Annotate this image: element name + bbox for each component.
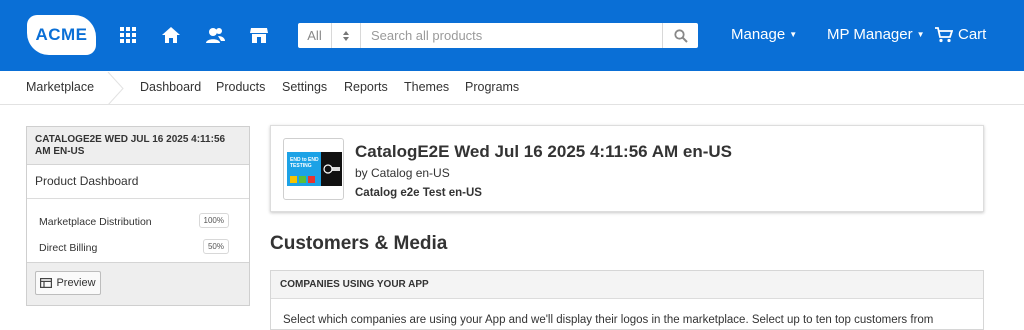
caret-down-icon: ▼ bbox=[789, 30, 798, 39]
preview-label: Preview bbox=[56, 277, 96, 289]
manage-label: Manage bbox=[731, 26, 786, 43]
search-scope-select[interactable]: All bbox=[298, 23, 332, 48]
caret-down-icon: ▼ bbox=[916, 30, 925, 39]
mp-manager-menu[interactable]: MP Manager ▼ bbox=[827, 26, 925, 43]
cypress-logo-icon bbox=[323, 164, 340, 174]
tab-dashboard[interactable]: Dashboard bbox=[140, 80, 201, 94]
users-icon[interactable] bbox=[204, 24, 226, 46]
search-button[interactable] bbox=[662, 23, 698, 48]
product-subtitle: Catalog e2e Test en-US bbox=[355, 187, 482, 199]
breadcrumb-chevron-icon bbox=[107, 72, 124, 105]
search-bar: All bbox=[298, 23, 698, 48]
row-label: Marketplace Distribution bbox=[39, 216, 152, 228]
search-input[interactable] bbox=[361, 23, 662, 48]
home-icon[interactable] bbox=[160, 24, 182, 46]
product-vendor: by Catalog en-US bbox=[355, 166, 450, 180]
marketplace-distribution-row[interactable]: Marketplace Distribution 100% bbox=[27, 208, 249, 234]
tab-themes[interactable]: Themes bbox=[404, 80, 449, 94]
product-logo: END to END TESTING bbox=[283, 138, 344, 200]
direct-billing-row[interactable]: Direct Billing 50% bbox=[27, 234, 249, 260]
cart-label: Cart bbox=[958, 26, 987, 43]
sidebar-footer: Preview bbox=[27, 262, 249, 305]
product-title: CatalogE2E Wed Jul 16 2025 4:11:56 AM en… bbox=[355, 142, 732, 161]
tab-settings[interactable]: Settings bbox=[282, 80, 327, 94]
cypress-badge bbox=[321, 152, 342, 186]
companies-panel-title: COMPANIES USING YOUR APP bbox=[271, 271, 983, 299]
cart-icon bbox=[935, 26, 953, 42]
product-header-card: END to END TESTING CatalogE2E Wed Jul 16… bbox=[270, 125, 984, 212]
product-sidebar: CATALOGE2E WED JUL 16 2025 4:11:56 AM EN… bbox=[26, 126, 250, 306]
apps-grid-icon[interactable] bbox=[117, 24, 139, 46]
product-dashboard-link[interactable]: Product Dashboard bbox=[27, 165, 249, 199]
logo-caption: END to END TESTING bbox=[290, 157, 319, 169]
sub-navigation: Marketplace Dashboard Products Settings … bbox=[0, 71, 1024, 105]
acme-logo[interactable]: ACME bbox=[27, 15, 96, 55]
tab-reports[interactable]: Reports bbox=[344, 80, 388, 94]
companies-panel: COMPANIES USING YOUR APP Select which co… bbox=[270, 270, 984, 330]
manage-menu[interactable]: Manage ▼ bbox=[731, 26, 797, 43]
companies-panel-text: Select which companies are using your Ap… bbox=[283, 314, 934, 326]
logo-text: ACME bbox=[35, 25, 88, 44]
top-navigation-bar: ACME All Manage▼ MP Manager▼ Cart bbox=[0, 0, 1024, 71]
progress-badge: 100% bbox=[198, 213, 229, 228]
cart-link[interactable]: Cart bbox=[935, 26, 986, 43]
product-logo-image: END to END TESTING bbox=[287, 152, 342, 186]
tab-products[interactable]: Products bbox=[216, 80, 265, 94]
preview-icon bbox=[40, 278, 53, 288]
preview-button[interactable]: Preview bbox=[35, 271, 101, 295]
storefront-icon[interactable] bbox=[248, 24, 270, 46]
section-title: Customers & Media bbox=[270, 233, 448, 254]
scope-arrows-icon[interactable] bbox=[332, 23, 361, 48]
sidebar-title: CATALOGE2E WED JUL 16 2025 4:11:56 AM EN… bbox=[27, 127, 249, 165]
breadcrumb-marketplace[interactable]: Marketplace bbox=[26, 80, 94, 94]
progress-badge: 50% bbox=[202, 239, 229, 254]
checkmarks-icon bbox=[290, 176, 315, 183]
row-label: Direct Billing bbox=[39, 242, 98, 254]
search-icon bbox=[673, 28, 688, 43]
mp-manager-label: MP Manager bbox=[827, 26, 913, 43]
tab-programs[interactable]: Programs bbox=[465, 80, 519, 94]
